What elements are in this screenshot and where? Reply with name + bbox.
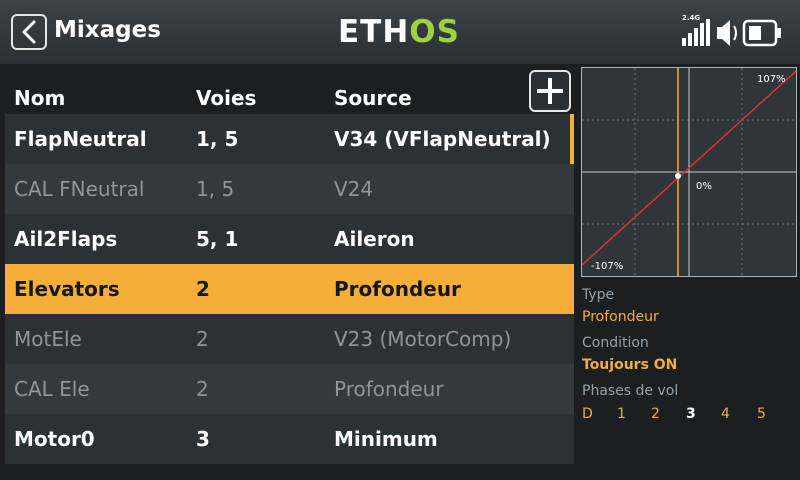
column-header-source: Source — [334, 86, 412, 110]
condition-label: Condition — [582, 335, 649, 351]
mix-source: Minimum — [334, 427, 438, 451]
phase-item: 3 — [686, 406, 696, 422]
page-title: Mixages — [54, 17, 161, 43]
logo-main: ETH — [338, 14, 410, 50]
mix-name: Motor0 — [14, 427, 95, 451]
mix-name: CAL Ele — [14, 377, 90, 401]
phase-item: 1 — [617, 406, 626, 422]
phase-item: 5 — [757, 406, 766, 422]
mix-channels: 2 — [196, 277, 210, 301]
mix-name: Elevators — [14, 277, 120, 301]
add-mix-button[interactable] — [529, 70, 571, 112]
table-row[interactable]: Ail2Flaps 5, 1 Aileron — [5, 214, 574, 264]
back-button[interactable] — [11, 14, 47, 50]
mix-channels: 1, 5 — [196, 127, 239, 151]
table-row[interactable]: FlapNeutral 1, 5 V34 (VFlapNeutral) — [5, 114, 574, 164]
battery-icon — [742, 19, 781, 47]
signal-icon — [682, 19, 710, 46]
phase-item: 2 — [651, 406, 660, 422]
phase-item: D — [582, 406, 593, 422]
mix-channels: 2 — [196, 327, 209, 351]
table-row[interactable]: Motor0 3 Minimum — [5, 414, 574, 464]
speaker-icon — [717, 20, 737, 46]
curve-min-label: -107% — [591, 261, 623, 272]
mix-channels: 3 — [196, 427, 210, 451]
curve-preview: 107% 0% -107% — [581, 67, 797, 277]
mix-name: Ail2Flaps — [14, 227, 118, 251]
mix-channels: 5, 1 — [196, 227, 239, 251]
mix-source: Aileron — [334, 227, 415, 251]
mix-source: V34 (VFlapNeutral) — [334, 127, 551, 151]
mix-channels: 1, 5 — [196, 177, 235, 201]
phase-item: 4 — [721, 406, 730, 422]
header-bar: Mixages ETHOS 2.4G — [0, 0, 800, 64]
column-header-name: Nom — [14, 86, 66, 110]
flight-phases-label: Phases de vol — [582, 383, 679, 399]
table-row[interactable]: MotEle 2 V23 (MotorComp) — [5, 314, 574, 364]
table-row[interactable]: CAL Ele 2 Profondeur — [5, 364, 574, 414]
curve-mid-label: 0% — [696, 181, 712, 192]
mix-source: Profondeur — [334, 277, 461, 301]
mix-name: MotEle — [14, 327, 82, 351]
table-row[interactable]: CAL FNeutral 1, 5 V24 — [5, 164, 574, 214]
scrollbar-thumb[interactable] — [570, 114, 574, 164]
column-header-channels: Voies — [196, 86, 257, 110]
type-value: Profondeur — [582, 309, 659, 325]
ethos-logo: ETHOS — [338, 14, 460, 50]
curve-graph: 107% 0% -107% — [581, 68, 797, 276]
mix-source: V23 (MotorComp) — [334, 327, 512, 351]
mix-name: FlapNeutral — [14, 127, 147, 151]
table-row[interactable]: Elevators 2 Profondeur — [5, 264, 574, 314]
mix-name: CAL FNeutral — [14, 177, 145, 201]
mix-source: Profondeur — [334, 377, 444, 401]
plus-icon — [537, 78, 563, 104]
chevron-left-icon — [22, 20, 36, 44]
mix-table: FlapNeutral 1, 5 V34 (VFlapNeutral) CAL … — [5, 114, 574, 464]
mix-source: V24 — [334, 177, 374, 201]
condition-value: Toujours ON — [582, 357, 678, 373]
curve-point — [675, 173, 681, 179]
mix-channels: 2 — [196, 377, 209, 401]
status-icons — [682, 19, 781, 47]
curve-max-label: 107% — [757, 74, 786, 85]
logo-accent: OS — [409, 14, 460, 50]
type-label: Type — [582, 287, 615, 303]
